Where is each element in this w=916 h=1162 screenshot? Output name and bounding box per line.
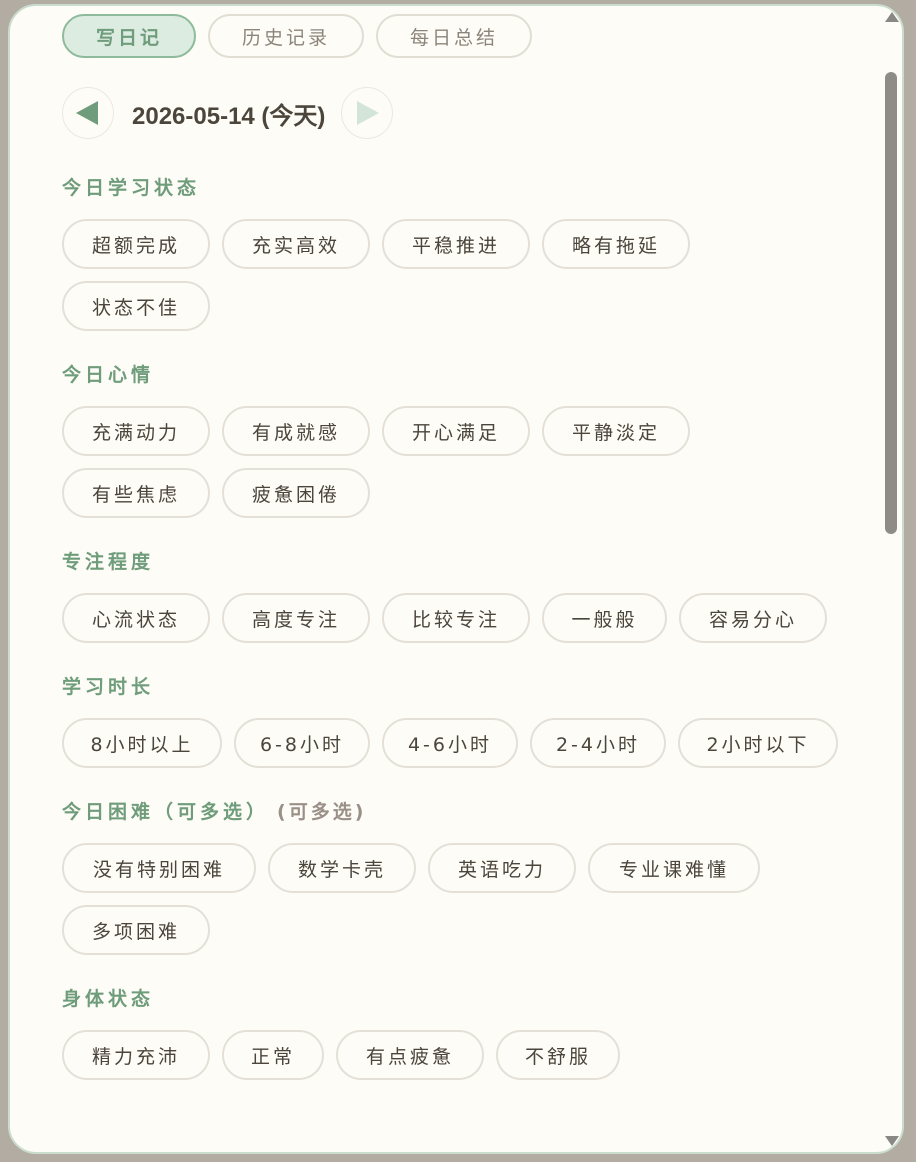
diary-window: 写日记 历史记录 每日总结 2026-05-14 (今天) 今日学习状态 超额完…: [8, 4, 904, 1154]
option-chip[interactable]: 没有特别困难: [62, 843, 256, 893]
option-chip[interactable]: 有些焦虑: [62, 468, 210, 518]
option-chip[interactable]: 英语吃力: [428, 843, 576, 893]
option-chip[interactable]: 一般般: [542, 593, 667, 643]
option-group: 没有特别困难 数学卡壳 英语吃力 专业课难懂 多项困难: [62, 843, 842, 955]
multi-select-hint: (可多选): [277, 801, 367, 823]
option-chip[interactable]: 容易分心: [679, 593, 827, 643]
option-chip[interactable]: 不舒服: [496, 1030, 620, 1080]
option-chip[interactable]: 略有拖延: [542, 219, 690, 269]
triangle-left-icon: [76, 101, 98, 125]
section-title: 学习时长: [62, 676, 155, 698]
option-chip[interactable]: 8小时以上: [62, 718, 222, 768]
section-title: 今日心情: [62, 364, 155, 386]
option-chip[interactable]: 平静淡定: [542, 406, 690, 456]
option-chip[interactable]: 有点疲惫: [336, 1030, 484, 1080]
section-study-duration: 学习时长 8小时以上 6-8小时 4-6小时 2-4小时 2小时以下: [62, 673, 872, 768]
option-chip[interactable]: 心流状态: [62, 593, 210, 643]
option-chip[interactable]: 开心满足: [382, 406, 530, 456]
section-focus: 专注程度 心流状态 高度专注 比较专注 一般般 容易分心: [62, 548, 872, 643]
scroll-down-icon[interactable]: [885, 1136, 899, 1146]
option-chip[interactable]: 4-6小时: [382, 718, 518, 768]
option-chip[interactable]: 2-4小时: [530, 718, 666, 768]
option-chip[interactable]: 有成就感: [222, 406, 370, 456]
vertical-scrollbar[interactable]: [882, 6, 902, 1152]
section-mood: 今日心情 充满动力 有成就感 开心满足 平静淡定 有些焦虑 疲惫困倦: [62, 361, 872, 518]
date-navigator: 2026-05-14 (今天): [62, 86, 872, 140]
option-chip[interactable]: 超额完成: [62, 219, 210, 269]
section-physical-state: 身体状态 精力充沛 正常 有点疲惫 不舒服: [62, 985, 872, 1080]
section-title: 身体状态: [62, 988, 155, 1010]
tab-history[interactable]: 历史记录: [208, 14, 365, 58]
option-chip[interactable]: 疲惫困倦: [222, 468, 370, 518]
option-chip[interactable]: 专业课难懂: [588, 843, 760, 893]
next-day-button[interactable]: [341, 87, 394, 139]
option-chip[interactable]: 充满动力: [62, 406, 210, 456]
option-chip[interactable]: 正常: [222, 1030, 324, 1080]
section-title: 今日学习状态: [62, 177, 201, 199]
option-group: 心流状态 高度专注 比较专注 一般般 容易分心: [62, 593, 842, 643]
diary-form: 今日学习状态 超额完成 充实高效 平稳推进 略有拖延 状态不佳 今日心情 充满动…: [62, 174, 872, 1080]
current-date: 2026-05-14 (今天): [132, 102, 326, 130]
option-chip[interactable]: 高度专注: [222, 593, 370, 643]
section-title-text: 今日困难（可多选）: [62, 801, 270, 823]
triangle-right-icon: [357, 101, 380, 125]
tab-write-diary[interactable]: 写日记: [62, 14, 197, 58]
option-chip[interactable]: 数学卡壳: [268, 843, 416, 893]
section-title: 专注程度: [62, 551, 155, 573]
option-chip[interactable]: 6-8小时: [234, 718, 370, 768]
prev-day-button[interactable]: [62, 87, 114, 139]
section-study-status: 今日学习状态 超额完成 充实高效 平稳推进 略有拖延 状态不佳: [62, 174, 872, 331]
option-chip[interactable]: 多项困难: [62, 905, 210, 955]
diary-content: 写日记 历史记录 每日总结 2026-05-14 (今天) 今日学习状态 超额完…: [62, 14, 872, 1080]
tab-daily-summary[interactable]: 每日总结: [376, 14, 533, 58]
scrollbar-thumb[interactable]: [885, 72, 897, 534]
tab-bar: 写日记 历史记录 每日总结: [62, 14, 872, 60]
scroll-up-icon[interactable]: [885, 12, 899, 22]
section-title: 今日困难（可多选） (可多选): [62, 798, 872, 826]
option-group: 超额完成 充实高效 平稳推进 略有拖延 状态不佳: [62, 219, 842, 331]
option-chip[interactable]: 状态不佳: [62, 281, 210, 331]
option-group: 精力充沛 正常 有点疲惫 不舒服: [62, 1030, 842, 1080]
option-chip[interactable]: 比较专注: [382, 593, 530, 643]
option-chip[interactable]: 平稳推进: [382, 219, 530, 269]
option-chip[interactable]: 2小时以下: [678, 718, 838, 768]
option-group: 8小时以上 6-8小时 4-6小时 2-4小时 2小时以下: [62, 718, 842, 768]
section-difficulties: 今日困难（可多选） (可多选) 没有特别困难 数学卡壳 英语吃力 专业课难懂 多项…: [62, 798, 872, 955]
option-group: 充满动力 有成就感 开心满足 平静淡定 有些焦虑 疲惫困倦: [62, 406, 842, 518]
option-chip[interactable]: 充实高效: [222, 219, 370, 269]
option-chip[interactable]: 精力充沛: [62, 1030, 210, 1080]
